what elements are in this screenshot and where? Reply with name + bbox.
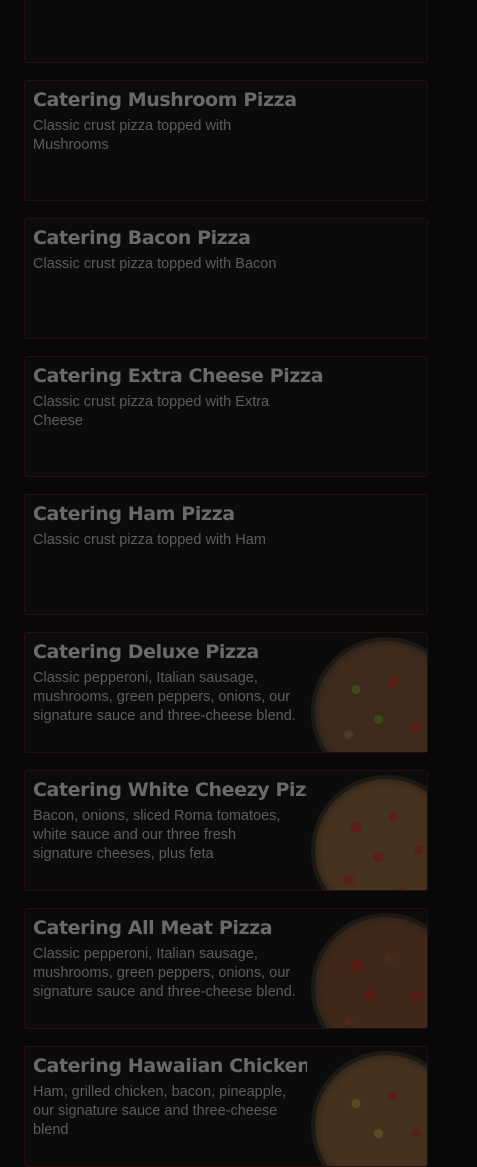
menu-item-title: Catering Ham Pizza [33, 503, 235, 525]
white-cheezy-pizza-image [307, 771, 427, 890]
deluxe-pizza-image [307, 633, 427, 752]
menu-item-card[interactable]: Catering Hawaiian Chicken Ham, grilled c… [24, 1046, 428, 1167]
menu-item-description: Classic pepperoni, Italian sausage, mush… [33, 946, 296, 1000]
menu-item-title: Catering Deluxe Pizza [33, 641, 259, 663]
menu-item-description: Bacon, onions, sliced Roma tomatoes, whi… [33, 808, 281, 862]
menu-item-card[interactable]: Catering Extra Cheese Pizza Classic crus… [24, 356, 428, 477]
menu-item-title: Catering Hawaiian Chicken [33, 1055, 311, 1077]
menu-item-card[interactable]: Catering White Cheezy Pizza Bacon, onion… [24, 770, 428, 891]
menu-item-card[interactable]: Catering Ham Pizza Classic crust pizza t… [24, 494, 428, 615]
menu-item-description: Classic pepperoni, Italian sausage, mush… [33, 670, 296, 724]
menu-item-title: Catering White Cheezy Pizza [33, 779, 329, 801]
hawaiian-chicken-pizza-image [307, 1047, 427, 1166]
menu-item-card[interactable]: Catering Bacon Pizza Classic crust pizza… [24, 218, 428, 339]
menu-item-card[interactable]: Catering Deluxe Pizza Classic pepperoni,… [24, 632, 428, 753]
menu-item-description: Ham, grilled chicken, bacon, pineapple, … [33, 1084, 287, 1138]
menu-item-card[interactable]: Catering Mushroom Pizza Classic crust pi… [24, 80, 428, 201]
menu-item-title: Catering All Meat Pizza [33, 917, 273, 939]
menu-item-title: Catering Extra Cheese Pizza [33, 365, 324, 387]
menu-item-description: Classic crust pizza topped with Bacon [33, 256, 277, 272]
menu-item-description: Classic crust pizza topped with Mushroom… [33, 118, 232, 153]
menu-item-card[interactable] [24, 0, 428, 63]
menu-item-description: Classic crust pizza topped with Ham [33, 532, 266, 548]
menu-item-title: Catering Bacon Pizza [33, 227, 251, 249]
menu-item-description: Classic crust pizza topped with Extra Ch… [33, 394, 270, 429]
menu-item-card[interactable]: Catering All Meat Pizza Classic pepperon… [24, 908, 428, 1029]
all-meat-pizza-image [307, 909, 427, 1028]
menu-item-title: Catering Mushroom Pizza [33, 89, 297, 111]
